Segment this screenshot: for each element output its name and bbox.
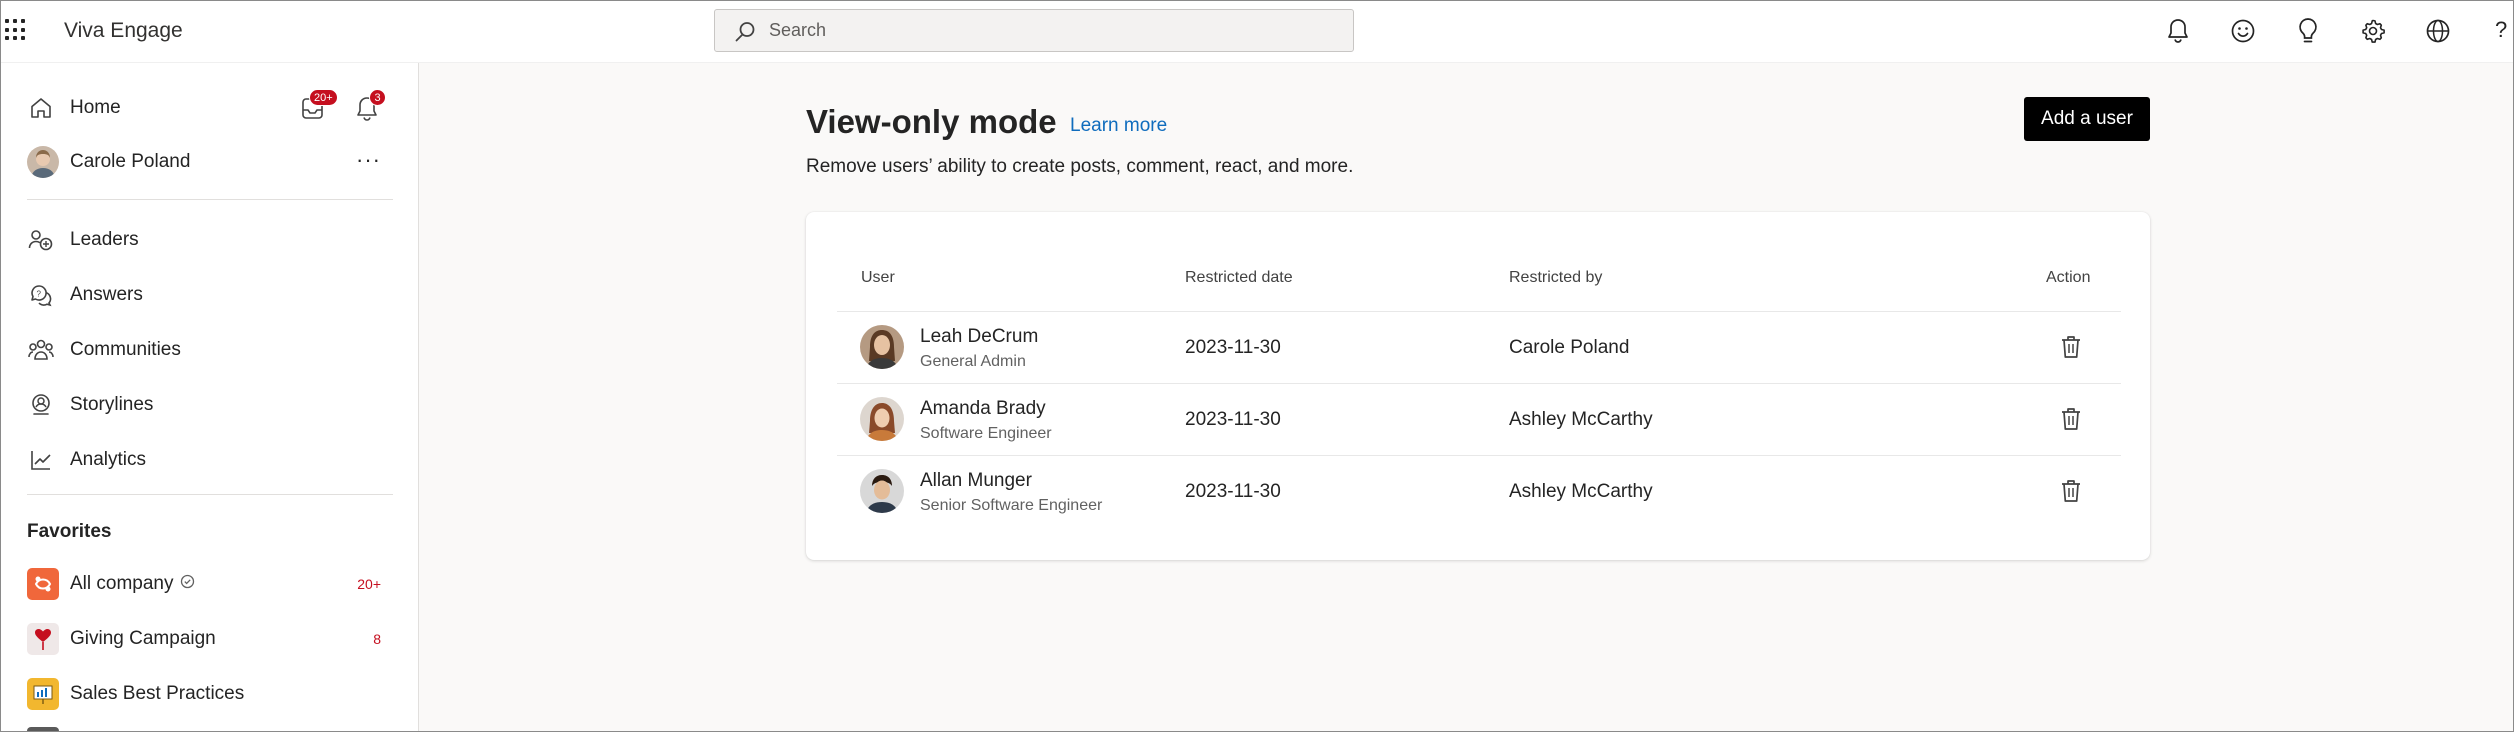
page-title: View-only mode [806, 103, 1057, 140]
help-icon[interactable]: ? [2495, 17, 2507, 43]
notifications-icon[interactable]: 3 [353, 89, 386, 123]
sidebar-item-answers[interactable]: ? Answers [27, 275, 143, 315]
top-bar: Viva Engage ? [1, 1, 2513, 63]
column-header-user: User [861, 269, 895, 286]
add-user-button[interactable]: Add a user [2024, 97, 2150, 141]
search-icon [735, 22, 755, 42]
lightbulb-icon[interactable] [2294, 17, 2322, 45]
sidebar-item-profile[interactable]: Carole Poland [27, 142, 190, 182]
verified-icon [180, 574, 195, 594]
restricted-users-table: User Restricted date Restricted by Actio… [806, 212, 2150, 560]
emoji-icon[interactable] [2229, 17, 2257, 45]
avatar [860, 397, 904, 441]
table-row: Leah DeCrum General Admin 2023-11-30 Car… [837, 311, 2121, 383]
learn-more-link[interactable]: Learn more [1070, 115, 1167, 137]
community-logo [27, 623, 59, 655]
answers-icon: ? [27, 281, 55, 309]
sidebar-item-analytics[interactable]: Analytics [27, 440, 146, 480]
restricted-date: 2023-11-30 [1185, 409, 1281, 430]
user-name: Carole Poland [70, 151, 191, 172]
restricted-date: 2023-11-30 [1185, 337, 1281, 358]
user-role: Senior Software Engineer [920, 497, 1103, 514]
more-options-icon[interactable]: ··· [356, 147, 381, 173]
sidebar-item-label: Storylines [70, 394, 154, 415]
bell-icon[interactable] [2164, 17, 2192, 45]
globe-icon[interactable] [2424, 17, 2452, 45]
favorite-label: Sales Best Practices [70, 683, 245, 704]
user-name: Leah DeCrum [920, 326, 1039, 347]
restricted-by: Ashley McCarthy [1509, 409, 1653, 430]
divider [27, 199, 393, 200]
leaders-icon [27, 226, 55, 254]
notifications-badge: 3 [369, 89, 386, 106]
unread-count: 8 [373, 631, 381, 647]
communities-icon [27, 336, 55, 364]
restricted-date: 2023-11-30 [1185, 481, 1281, 502]
sidebar-item-label: Leaders [70, 229, 139, 250]
sidebar-item-communities[interactable]: Communities [27, 330, 181, 370]
user-role: General Admin [920, 353, 1026, 370]
sidebar-item-label: Answers [70, 284, 143, 305]
favorite-item-giving-campaign[interactable]: Giving Campaign 8 [27, 621, 393, 657]
delete-icon[interactable] [2057, 332, 2085, 362]
avatar [860, 469, 904, 513]
favorite-item-all-company[interactable]: All company 20+ [27, 566, 393, 602]
sidebar-item-label: Communities [70, 339, 181, 360]
inbox-icon[interactable]: 20+ [298, 89, 338, 123]
restricted-by: Ashley McCarthy [1509, 481, 1653, 502]
avatar [860, 325, 904, 369]
user-name: Amanda Brady [920, 398, 1046, 419]
search-box[interactable] [714, 9, 1354, 52]
table-row: Allan Munger Senior Software Engineer 20… [837, 455, 2121, 527]
community-logo [27, 568, 59, 600]
restricted-by: Carole Poland [1509, 337, 1630, 358]
favorites-heading: Favorites [27, 521, 112, 542]
app-launcher-icon[interactable] [5, 19, 27, 41]
unread-count: 20+ [357, 576, 381, 592]
column-header-restricted-by: Restricted by [1509, 269, 1603, 286]
sidebar-item-leaders[interactable]: Leaders [27, 220, 139, 260]
gear-icon[interactable] [2359, 17, 2387, 45]
storylines-icon [27, 391, 55, 419]
page-description: Remove users’ ability to create posts, c… [806, 156, 1354, 177]
user-name: Allan Munger [920, 470, 1032, 491]
sidebar-item-label: Analytics [70, 449, 147, 470]
sidebar-item-label: Home [70, 97, 121, 118]
column-header-restricted-date: Restricted date [1185, 269, 1293, 286]
delete-icon[interactable] [2057, 476, 2085, 506]
favorite-label: Giving Campaign [70, 628, 216, 649]
app-window: Viva Engage ? Ho [0, 0, 2514, 732]
user-role: Software Engineer [920, 425, 1052, 442]
column-header-action: Action [2046, 269, 2091, 286]
favorite-label: All company [70, 573, 174, 594]
sidebar-item-home[interactable]: Home [27, 88, 121, 128]
community-logo [27, 727, 59, 731]
sidebar: Home 20+ 3 Carole Poland ··· Leaders ? A… [1, 63, 419, 731]
community-logo [27, 678, 59, 710]
avatar [27, 146, 59, 178]
inbox-badge: 20+ [309, 89, 338, 106]
sidebar-item-storylines[interactable]: Storylines [27, 385, 153, 425]
divider [27, 494, 393, 495]
search-input[interactable] [769, 10, 1329, 51]
analytics-icon [27, 446, 55, 474]
delete-icon[interactable] [2057, 404, 2085, 434]
app-title[interactable]: Viva Engage [64, 19, 183, 43]
table-row: Amanda Brady Software Engineer 2023-11-3… [837, 383, 2121, 455]
svg-text:?: ? [37, 290, 42, 299]
home-icon [27, 94, 55, 122]
favorite-item-sales-best-practices[interactable]: Sales Best Practices [27, 676, 393, 712]
